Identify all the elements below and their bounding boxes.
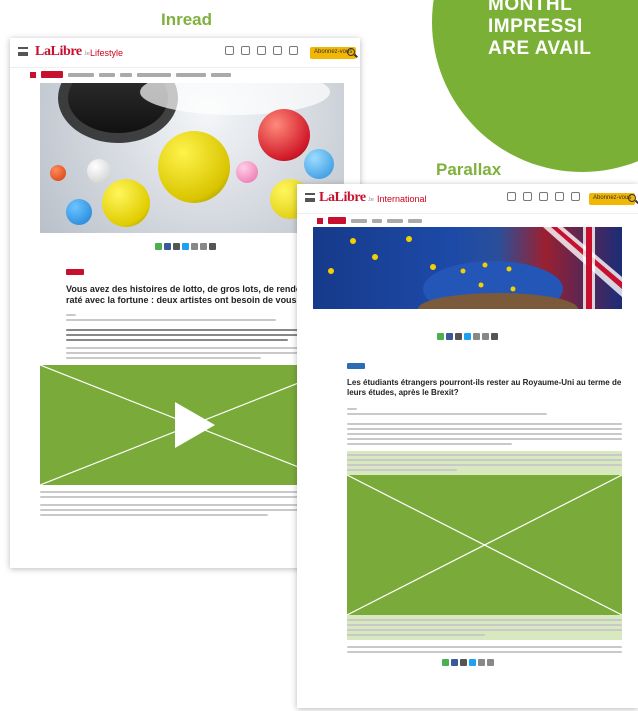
- menu-icon[interactable]: [305, 193, 315, 202]
- category-tag[interactable]: [66, 269, 84, 275]
- ad-format-showcase: MONTHL IMPRESSI ARE AVAIL Inread LaLibre…: [0, 0, 638, 711]
- play-icon[interactable]: [175, 402, 215, 448]
- parallax-label: Parallax: [436, 160, 502, 179]
- search-icon[interactable]: [347, 48, 355, 56]
- home-icon[interactable]: [30, 71, 36, 78]
- parallax-ad-zone: [347, 451, 622, 640]
- subnav-active-tab[interactable]: [328, 217, 346, 224]
- site-logo[interactable]: LaLibre .be: [35, 44, 90, 60]
- parallax-ad-creative[interactable]: [347, 475, 622, 615]
- badge-line-3: ARE AVAIL: [488, 38, 592, 59]
- menu-icon[interactable]: [18, 47, 28, 56]
- site-header: LaLibre .be International Abonnez-vous: [297, 184, 638, 214]
- hero-image-brexit-flags: [313, 227, 622, 309]
- section-name[interactable]: International: [377, 194, 427, 204]
- search-icon[interactable]: [628, 194, 636, 202]
- inread-label: Inread: [161, 10, 213, 29]
- sub-navigation[interactable]: [10, 68, 360, 81]
- badge-line-2: IMPRESSI: [488, 16, 583, 37]
- subnav-active-tab[interactable]: [41, 71, 63, 78]
- site-header: LaLibre .be Lifestyle Abonnez-vous: [10, 38, 360, 68]
- badge-line-1: MONTHL: [488, 0, 573, 15]
- header-utility-icons[interactable]: [507, 192, 580, 201]
- sub-navigation[interactable]: [297, 214, 638, 227]
- home-icon[interactable]: [317, 217, 323, 224]
- category-tag[interactable]: [347, 363, 365, 369]
- share-buttons[interactable]: [297, 333, 638, 340]
- header-utility-icons[interactable]: [225, 46, 298, 55]
- parallax-page-mockup: LaLibre .be International Abonnez-vous L…: [297, 184, 638, 708]
- section-name[interactable]: Lifestyle: [90, 48, 123, 58]
- share-buttons-bottom[interactable]: [297, 659, 638, 666]
- site-logo[interactable]: LaLibre .be: [319, 190, 374, 206]
- monthly-impressions-badge: MONTHL IMPRESSI ARE AVAIL: [432, 0, 638, 172]
- article-headline: Les étudiants étrangers pourront-ils res…: [347, 378, 622, 397]
